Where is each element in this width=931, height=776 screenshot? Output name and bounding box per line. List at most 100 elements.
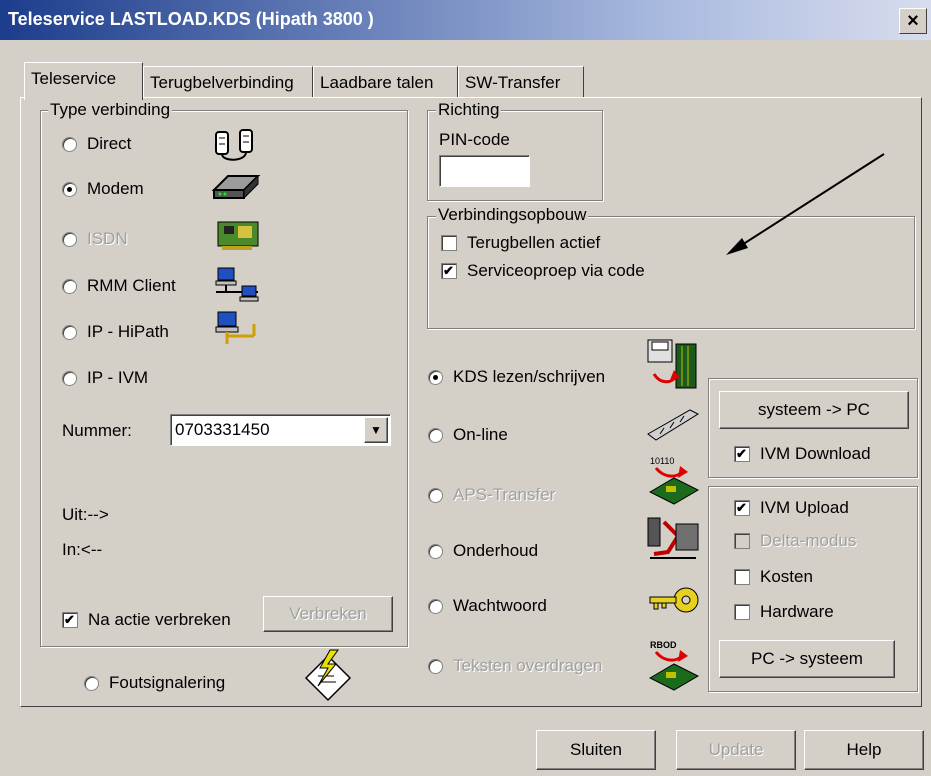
text-transfer-icon: RBOD	[648, 640, 700, 691]
delta-modus-checkbox: Delta-modus	[734, 531, 856, 551]
radio-modem[interactable]: Modem	[62, 179, 144, 199]
pc-systeem-button[interactable]: PC -> systeem	[719, 640, 895, 678]
radio-dot	[62, 231, 77, 247]
radio-kds-lezen-schrijven[interactable]: KDS lezen/schrijven	[428, 367, 605, 387]
window-title: Teleservice LASTLOAD.KDS (Hipath 3800 )	[8, 9, 374, 29]
radio-dot	[62, 278, 77, 294]
radio-onderhoud[interactable]: Onderhoud	[428, 541, 538, 561]
radio-label: Modem	[87, 179, 144, 198]
radio-label: Wachtwoord	[453, 596, 547, 615]
kosten-checkbox[interactable]: Kosten	[734, 567, 813, 587]
radio-dot	[428, 543, 443, 559]
radio-teksten-overdragen: Teksten overdragen	[428, 656, 602, 676]
ip-network-icon	[215, 311, 256, 344]
network-computers-icon	[215, 267, 259, 302]
verbindingsopbouw-label: Verbindingsopbouw	[436, 205, 589, 224]
radio-wachtwoord[interactable]: Wachtwoord	[428, 596, 547, 616]
radio-dot	[62, 136, 77, 152]
radio-label: IP - HiPath	[87, 322, 169, 341]
radio-direct[interactable]: Direct	[62, 134, 131, 154]
teksten-code-text: RBOD	[650, 640, 677, 650]
radio-on-line[interactable]: On-line	[428, 425, 508, 445]
checkbox-label: Na actie verbreken	[88, 610, 231, 629]
pin-code-input[interactable]	[439, 155, 530, 187]
checkbox-box	[734, 569, 750, 585]
nummer-value: 0703331450	[175, 420, 270, 439]
terugbellen-actief-checkbox[interactable]: Terugbellen actief	[441, 233, 600, 253]
radio-dot	[428, 369, 443, 385]
serviceoproep-checkbox[interactable]: Serviceoproep via code	[441, 261, 645, 281]
update-button: Update	[676, 730, 796, 770]
checkbox-label: Delta-modus	[760, 531, 857, 550]
maintenance-tools-icon	[647, 517, 699, 559]
radio-ip-hipath[interactable]: IP - HiPath	[62, 322, 169, 342]
richting-label: Richting	[436, 100, 502, 119]
sluiten-button[interactable]: Sluiten	[536, 730, 656, 770]
radio-label: On-line	[453, 425, 508, 444]
nummer-combobox[interactable]: 0703331450 ▼	[170, 414, 391, 446]
tab-laadbare-talen[interactable]: Laadbare talen	[313, 66, 458, 98]
verbreken-button: Verbreken	[263, 596, 393, 632]
type-verbinding-label: Type verbinding	[48, 100, 173, 119]
radio-label: RMM Client	[87, 276, 176, 295]
checkbox-box	[734, 604, 750, 620]
radio-aps-transfer: APS-Transfer	[428, 485, 555, 505]
in-label: In:<--	[62, 540, 103, 559]
systeem-pc-button[interactable]: systeem -> PC	[719, 391, 909, 429]
checkbox-label: IVM Upload	[760, 498, 849, 517]
radio-dot	[62, 370, 77, 386]
tab-sw-transfer[interactable]: SW-Transfer	[458, 66, 584, 98]
checkbox-label: Hardware	[760, 602, 834, 621]
isdn-card-icon	[217, 221, 259, 250]
aps-transfer-icon: 10110	[648, 456, 700, 505]
close-button[interactable]: ×	[899, 8, 927, 34]
checkbox-box	[441, 235, 457, 251]
radio-dot	[428, 427, 443, 443]
radio-label: Onderhoud	[453, 541, 539, 560]
ivm-upload-checkbox[interactable]: IVM Upload	[734, 498, 849, 518]
radio-label: KDS lezen/schrijven	[453, 367, 606, 386]
online-cable-icon	[647, 409, 700, 441]
kds-read-write-icon	[647, 339, 697, 389]
radio-dot	[428, 658, 443, 674]
aps-bits-text: 10110	[650, 456, 674, 466]
checkbox-box	[734, 446, 750, 462]
tab-terugbelverbinding[interactable]: Terugbelverbinding	[143, 66, 313, 98]
hardware-checkbox[interactable]: Hardware	[734, 602, 834, 622]
serial-cable-icon	[215, 129, 253, 161]
radio-label: Direct	[87, 134, 132, 153]
radio-dot	[84, 675, 99, 691]
checkbox-box	[441, 263, 457, 279]
dropdown-arrow-icon[interactable]: ▼	[364, 417, 388, 443]
help-button[interactable]: Help	[804, 730, 924, 770]
radio-foutsignalering[interactable]: Foutsignalering	[84, 673, 225, 693]
radio-label: APS-Transfer	[453, 485, 556, 504]
checkbox-box	[734, 500, 750, 516]
annotation-arrow-icon	[726, 153, 885, 255]
radio-rmm-client[interactable]: RMM Client	[62, 276, 176, 296]
checkbox-box	[62, 612, 78, 628]
pin-code-label: PIN-code	[439, 130, 510, 149]
radio-dot	[62, 324, 77, 340]
radio-label: IP - IVM	[87, 368, 149, 387]
na-actie-verbreken-checkbox[interactable]: Na actie verbreken	[62, 610, 231, 630]
radio-ip-ivm[interactable]: IP - IVM	[62, 368, 148, 388]
modem-icon	[211, 174, 261, 200]
radio-dot	[62, 181, 77, 197]
nummer-label: Nummer:	[62, 421, 132, 440]
uit-label: Uit:-->	[62, 505, 109, 524]
checkbox-label: IVM Download	[760, 444, 871, 463]
checkbox-box	[734, 533, 750, 549]
checkbox-label: Serviceoproep via code	[467, 261, 645, 280]
radio-dot	[428, 487, 443, 503]
checkbox-label: Kosten	[760, 567, 813, 586]
radio-label: Foutsignalering	[109, 673, 226, 692]
key-icon	[649, 587, 699, 613]
ivm-download-checkbox[interactable]: IVM Download	[734, 444, 871, 464]
radio-isdn: ISDN	[62, 229, 128, 249]
radio-label: ISDN	[87, 229, 128, 248]
radio-dot	[428, 598, 443, 614]
lightning-document-icon	[304, 649, 352, 702]
checkbox-label: Terugbellen actief	[467, 233, 601, 252]
tab-teleservice[interactable]: Teleservice	[24, 62, 143, 100]
